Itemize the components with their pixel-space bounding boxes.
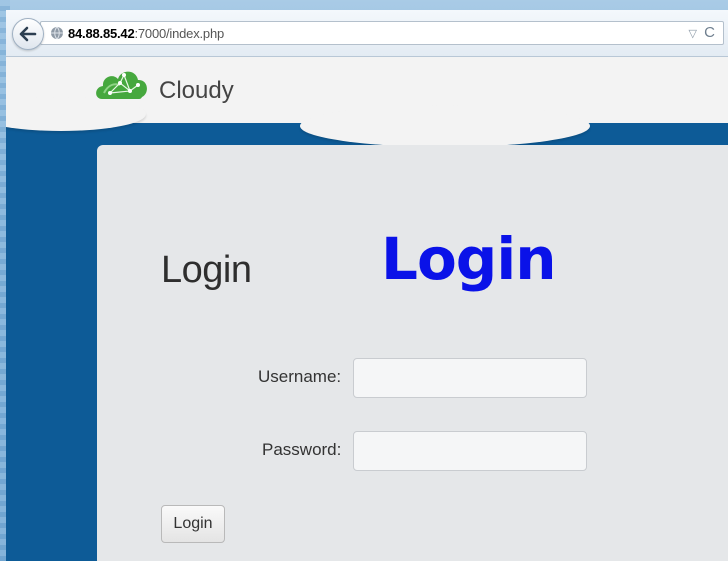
- login-heading: Login: [161, 249, 252, 291]
- url-text: 84.88.85.42:7000/index.php: [68, 26, 224, 41]
- browser-toolbar: 84.88.85.42:7000/index.php ▽ C: [6, 10, 728, 57]
- reload-icon[interactable]: C: [704, 24, 715, 41]
- back-button[interactable]: [12, 18, 44, 50]
- login-button[interactable]: Login: [161, 505, 225, 543]
- username-input[interactable]: [353, 358, 587, 398]
- history-dropdown-icon[interactable]: ▽: [689, 27, 697, 40]
- globe-icon: [50, 26, 64, 45]
- password-label: Password:: [262, 440, 342, 459]
- username-label: Username:: [258, 367, 342, 386]
- brand-name[interactable]: Cloudy: [159, 77, 234, 105]
- back-arrow-icon: [19, 26, 37, 42]
- cloudy-logo-icon[interactable]: [94, 63, 150, 108]
- login-card: Login Login Username: Password: Login: [97, 145, 728, 561]
- header-cloud-decoration: [300, 105, 590, 147]
- login-annotation: Login: [381, 225, 556, 293]
- url-path: :7000/index.php: [134, 26, 225, 41]
- address-bar[interactable]: 84.88.85.42:7000/index.php ▽ C: [40, 21, 724, 45]
- url-host: 84.88.85.42: [68, 26, 135, 41]
- web-page: Cloudy Login Login Username: Password: L…: [6, 57, 728, 561]
- password-input[interactable]: [353, 431, 587, 471]
